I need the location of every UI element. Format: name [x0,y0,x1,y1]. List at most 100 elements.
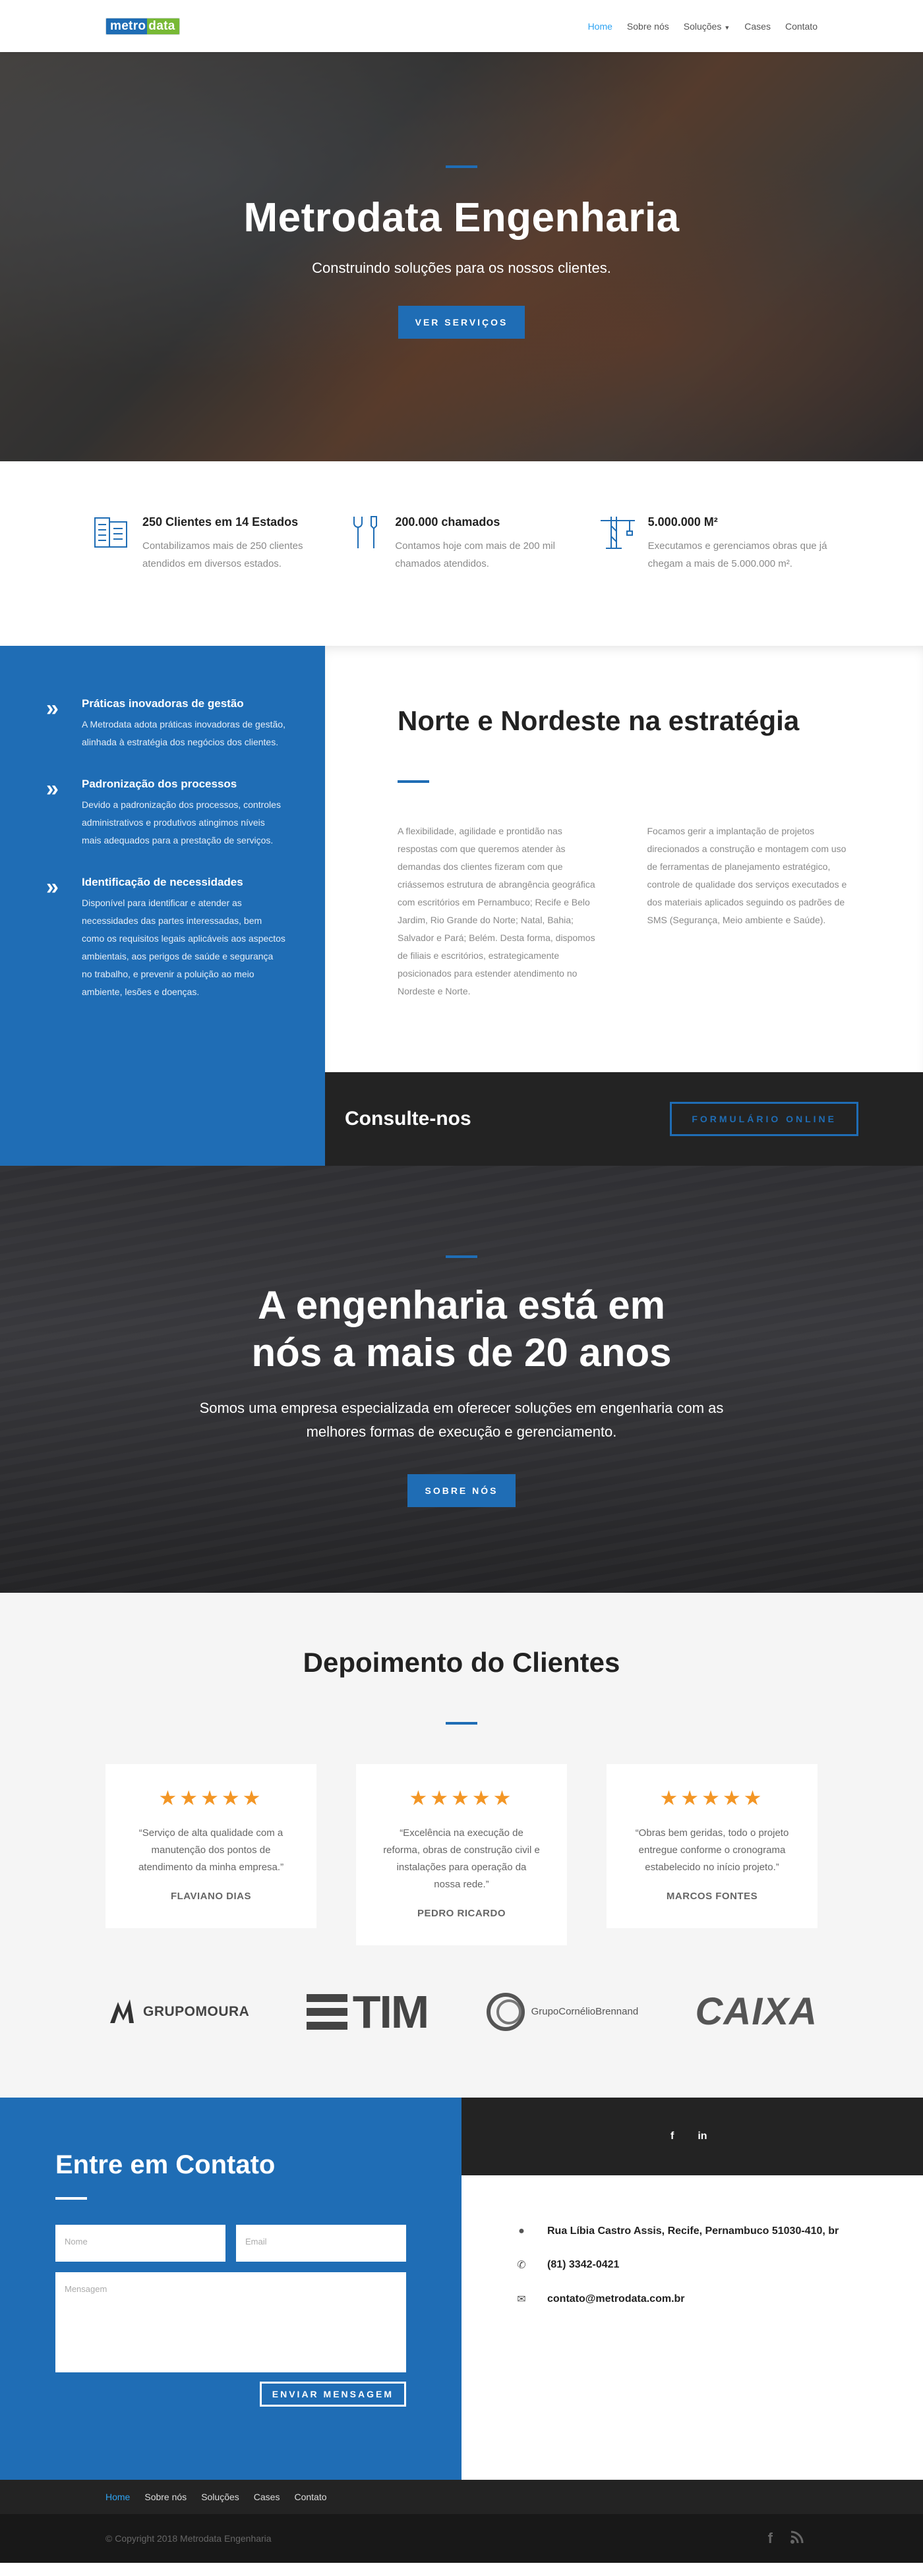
strategy-item: » Padronização dos processos Devido a pa… [46,778,285,849]
document-icon [94,517,127,548]
nav-home[interactable]: Home [588,21,612,32]
experience-accent-line [446,1255,477,1258]
footer-nav-cases[interactable]: Cases [254,2492,280,2502]
feature-chamados: 200.000 chamados Contamos hoje com mais … [345,513,578,646]
caixa-logo: CAIXA [696,1989,818,2034]
contact-accent-line [55,2197,87,2200]
tim-logo: TIM [306,1986,430,2038]
email-text[interactable]: contato@metrodata.com.br [547,2293,685,2305]
testimonial-quote: “Obras bem geridas, todo o projeto entre… [635,1827,789,1873]
footer-nav: Home Sobre nós Soluções Cases Contato [0,2480,923,2514]
nav-solucoes-label: Soluções [683,20,722,32]
star-rating-icon: ★★★★★ [659,1787,765,1810]
strategy-item-title: Identificação de necessidades [82,876,243,888]
crane-icon [600,517,635,549]
cornelio-brennand-logo: GrupoCornélioBrennand [485,1991,639,2032]
strategy-item-title: Práticas inovadoras de gestão [82,697,244,710]
social-bar: f in [462,2098,923,2175]
main-nav: Home Sobre nós Soluções ▼ Cases Contato [588,21,818,32]
strategy-list: » Práticas inovadoras de gestão A Metrod… [0,646,325,1166]
tim-logo-text: TIM [352,1986,430,2038]
testimonials-heading: Depoimento do Clientes [303,1647,620,1678]
star-rating-icon: ★★★★★ [158,1787,264,1810]
contact-form-panel: Entre em Contato Nome Email Mensagem ENV… [0,2098,462,2480]
strategy-item: » Identificação de necessidades Disponív… [46,876,285,1001]
nav-cases[interactable]: Cases [744,21,771,32]
footer-bottom: © Copyright 2018 Metrodata Engenharia f [0,2514,923,2563]
testimonial-quote: “Serviço de alta qualidade com a manuten… [138,1827,284,1873]
double-chevron-icon: » [46,696,59,721]
testimonials-section: Depoimento do Clientes ★★★★★ “Serviço de… [0,1593,923,1965]
metrodata-logo[interactable]: metro data [105,17,180,35]
experience-title: A engenharia está em nós a mais de 20 an… [0,1282,923,1377]
logo-text-data: data [147,18,179,34]
map-pin-icon: ● [518,2225,525,2237]
testimonial-card: ★★★★★ “Obras bem geridas, todo o projeto… [607,1764,818,1928]
hero-accent-line [446,165,477,168]
name-input[interactable]: Nome [55,2225,225,2262]
testimonial-author: PEDRO RICARDO [417,1908,506,1919]
contact-section: Entre em Contato Nome Email Mensagem ENV… [0,2098,923,2480]
rss-icon[interactable] [790,2530,804,2544]
strategy-item-text: Disponível para identificar e atender as… [82,898,285,997]
testimonial-quote: “Excelência na execução de reforma, obra… [383,1827,540,1890]
hero-title: Metrodata Engenharia [243,195,680,241]
phone-icon: ✆ [517,2260,526,2271]
nav-contato[interactable]: Contato [785,21,818,32]
strategy-text-col1: A flexibilidade, agilidade e prontidão n… [398,826,595,996]
strategy-text-col2: Focamos gerir a implantação de projetos … [647,826,847,925]
star-rating-icon: ★★★★★ [409,1787,514,1810]
message-textarea[interactable]: Mensagem [55,2272,406,2372]
site-header: metro data Home Sobre nós Soluções ▼ Cases… [0,0,923,52]
hero-subtitle: Construindo soluções para os nossos clie… [312,260,611,276]
footer-nav-home[interactable]: Home [105,2492,130,2502]
strategy-accent-line [398,780,429,783]
chevron-down-icon: ▼ [724,24,730,31]
send-message-button[interactable]: ENVIAR MENSAGEM [259,2382,406,2407]
ver-servicos-button[interactable]: VER SERVIÇOS [398,306,525,339]
logo-text-metro: metro [106,18,148,34]
consult-label: Consulte-nos [345,1108,471,1130]
strategy-heading: Norte e Nordeste na estratégia [398,705,800,736]
phone-text[interactable]: (81) 3342-0421 [547,2259,619,2271]
testimonial-author: MARCOS FONTES [666,1891,758,1902]
feature-text: Executamos e gerenciamos obras que já ch… [647,540,827,569]
footer-nav-solucoes[interactable]: Soluções [201,2492,239,2502]
strategy-item-title: Padronização dos processos [82,778,237,790]
features-section: 250 Clientes em 14 Estados Contabilizamo… [0,461,923,646]
facebook-icon[interactable]: f [768,2530,773,2547]
footer-nav-sobre-nos[interactable]: Sobre nós [144,2492,187,2502]
testimonial-author: FLAVIANO DIAS [170,1891,252,1902]
strategy-item-text: Devido a padronização dos processos, con… [82,799,281,845]
moura-logo-text: GRUPOMOURA [143,2003,250,2019]
experience-title-line2: nós a mais de 20 anos [251,1331,672,1375]
nav-sobre-nos[interactable]: Sobre nós [627,21,669,32]
strategy-item: » Práticas inovadoras de gestão A Metrod… [46,697,285,751]
address-text: Rua Líbia Castro Assis, Recife, Pernambu… [547,2225,839,2237]
facebook-icon[interactable]: f [670,2131,674,2142]
hero-section: Metrodata Engenharia Construindo soluçõe… [0,52,923,461]
testimonial-card: ★★★★★ “Excelência na execução de reforma… [356,1764,567,1945]
cornelio-brennand-ring-icon [486,1992,525,2031]
feature-text: Contamos hoje com mais de 200 mil chamad… [395,540,555,569]
feature-title: 200.000 chamados [395,515,500,529]
grupo-moura-logo: GRUPOMOURA [109,1997,249,2027]
nav-solucoes[interactable]: Soluções ▼ [684,21,730,32]
strategy-item-text: A Metrodata adota práticas inovadoras de… [82,719,285,747]
strategy-content: Norte e Nordeste na estratégia A flexibi… [325,646,923,1072]
experience-section: A engenharia está em nós a mais de 20 an… [0,1166,923,1593]
feature-title: 5.000.000 M² [647,515,718,529]
caixa-logo-text: CAIXA [695,1990,818,2033]
footer-nav-contato[interactable]: Contato [294,2492,326,2502]
address-row: ● Rua Líbia Castro Assis, Recife, Pernam… [516,2225,923,2237]
testimonials-accent-line [446,1722,477,1725]
sobre-nos-button[interactable]: SOBRE NÓS [407,1474,516,1507]
cornelio-brennand-text: GrupoCornélioBrennand [531,2006,639,2017]
formulario-online-button[interactable]: FORMULÁRIO ONLINE [670,1102,858,1136]
email-input[interactable]: Email [236,2225,406,2262]
linkedin-icon[interactable]: in [698,2131,707,2142]
strategy-section: » Práticas inovadoras de gestão A Metrod… [0,646,923,1166]
copyright-text: © Copyright 2018 Metrodata Engenharia [105,2533,272,2544]
envelope-icon: ✉ [517,2294,526,2305]
feature-metragem: 5.000.000 M² Executamos e gerenciamos ob… [598,513,831,646]
